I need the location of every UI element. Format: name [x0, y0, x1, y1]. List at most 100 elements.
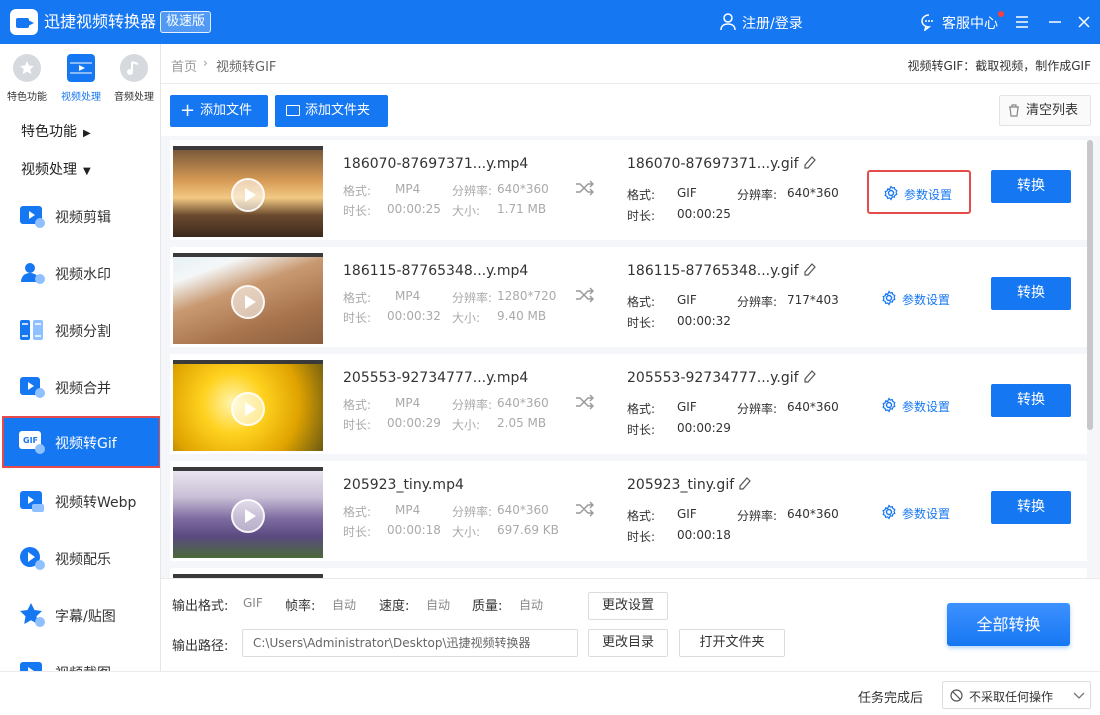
sidebar-item-watermark[interactable]: 视频水印 [3, 248, 160, 298]
section-video[interactable]: 视频处理 ▼ [21, 159, 91, 179]
watermark-icon [21, 263, 45, 284]
sidebar-item-label: 视频剪辑 [55, 210, 111, 226]
output-format: GIF [677, 507, 697, 521]
clear-list-button[interactable]: 清空列表 [999, 95, 1091, 126]
page-description: 视频转GIF：截取视频，制作成GIF [907, 59, 1091, 73]
pencil-icon[interactable] [803, 156, 816, 170]
output-path-field[interactable]: C:\Users\Administrator\Desktop\迅捷视频转换器 [242, 629, 578, 657]
topcat-audio[interactable]: 音频处理 [108, 54, 160, 103]
sidebar-item-label: 视频转Gif [55, 436, 117, 452]
minimize-icon[interactable] [1045, 12, 1065, 32]
status-bar: 任务完成后 不采取任何操作 [0, 671, 1100, 715]
breadcrumb-home[interactable]: 首页 [171, 56, 197, 75]
params-settings-button[interactable]: 参数设置 [867, 384, 971, 428]
sidebar-item-screenshot[interactable]: 视频截图 [3, 647, 160, 671]
output-file-name-text: 186115-87765348...y.gif [627, 263, 799, 279]
sidebar: 特色功能 视频处理 音频处理 特色功能 ▶ 视频处理 ▼ 视频剪辑 视频水印 视频分… [0, 44, 161, 671]
convert-all-button[interactable]: 全部转换 [947, 603, 1070, 646]
pencil-icon[interactable] [739, 477, 751, 491]
user-icon[interactable] [720, 13, 736, 31]
params-settings-label: 参数设置 [902, 507, 951, 521]
after-task-value: 不采取任何操作 [969, 690, 1054, 704]
output-file-name-text: 205553-92734777...y.gif [627, 370, 799, 386]
change-settings-button[interactable]: 更改设置 [588, 592, 668, 620]
app-title: 迅捷视频转换器 [44, 12, 157, 31]
resolution-label: 分辨率: [452, 291, 493, 305]
play-icon[interactable] [231, 178, 265, 212]
edition-badge: 极速版 [160, 11, 212, 33]
chat-icon[interactable] [920, 13, 938, 31]
after-task-select[interactable]: 不采取任何操作 [942, 681, 1091, 709]
sidebar-item-video-cut[interactable]: 视频剪辑 [3, 191, 160, 241]
app-logo-icon [10, 9, 38, 35]
source-file-name: 186070-87697371...y.mp4 [343, 156, 529, 172]
close-icon[interactable] [1074, 12, 1094, 32]
star-icon [13, 54, 41, 82]
duration-label: 时长: [343, 204, 372, 218]
menu-icon[interactable] [1012, 12, 1032, 32]
sidebar-item-label: 视频截图 [55, 663, 111, 671]
params-settings-button[interactable]: 参数设置 [867, 277, 971, 321]
output-format: GIF [677, 293, 697, 307]
output-format-label: 格式: [627, 509, 656, 523]
change-directory-button[interactable]: 更改目录 [588, 629, 668, 657]
section-label: 特色功能 [21, 124, 77, 140]
topcat-label: 视频处理 [61, 92, 101, 103]
sidebar-item-merge[interactable]: 视频合并 [3, 362, 160, 412]
sidebar-item-label: 视频水印 [55, 267, 111, 283]
notification-dot [998, 11, 1004, 17]
convert-button[interactable]: 转换 [991, 277, 1071, 310]
convert-button[interactable]: 转换 [991, 491, 1071, 524]
params-settings-button[interactable]: 参数设置 [867, 170, 971, 214]
video-thumbnail[interactable] [173, 467, 323, 558]
topcat-featured[interactable]: 特色功能 [1, 54, 53, 103]
output-resolution: 640*360 [787, 186, 839, 200]
output-file-name: 205923_tiny.gif [627, 477, 751, 493]
sidebar-item-label: 视频合并 [55, 381, 111, 397]
size-label: 大小: [452, 311, 481, 325]
sidebar-item-music[interactable]: 视频配乐 [3, 533, 160, 583]
play-icon[interactable] [231, 285, 265, 319]
login-link[interactable]: 注册/登录 [742, 13, 803, 33]
shuffle-icon [576, 501, 594, 517]
convert-button[interactable]: 转换 [991, 384, 1071, 417]
source-duration: 00:00:18 [387, 523, 441, 537]
sidebar-item-video-to-webp[interactable]: 视频转Webp [3, 476, 160, 526]
resolution-label: 分辨率: [452, 398, 493, 412]
svg-text:GIF: GIF [23, 436, 38, 445]
play-icon[interactable] [231, 392, 265, 426]
sidebar-item-label: 视频转Webp [55, 495, 137, 511]
add-file-button[interactable]: + 添加文件 [170, 95, 268, 127]
plus-icon: + [180, 100, 196, 121]
support-link[interactable]: 客服中心 [942, 13, 998, 33]
add-folder-button[interactable]: 添加文件夹 [275, 95, 388, 127]
convert-button[interactable]: 转换 [991, 170, 1071, 203]
output-duration-label: 时长: [627, 209, 656, 223]
output-format: GIF [677, 186, 697, 200]
gear-icon [884, 185, 898, 201]
params-settings-button[interactable]: 参数设置 [867, 491, 971, 535]
gear-icon [882, 504, 896, 520]
video-thumbnail[interactable] [173, 253, 323, 344]
section-featured[interactable]: 特色功能 ▶ [21, 121, 91, 141]
sidebar-item-subtitle[interactable]: 字幕/贴图 [3, 590, 160, 640]
list-scrollbar[interactable] [1087, 140, 1093, 430]
webp-icon [20, 491, 44, 512]
video-thumbnail[interactable] [173, 146, 323, 237]
size-label: 大小: [452, 204, 481, 218]
topcat-label: 音频处理 [114, 92, 154, 103]
topcat-video[interactable]: 视频处理 [55, 54, 107, 103]
gear-icon [882, 290, 896, 306]
source-resolution: 640*360 [497, 503, 549, 517]
output-duration: 00:00:29 [677, 421, 731, 435]
file-row: 186070-87697371...y.mp4 格式: MP4 分辨率: 640*360… [170, 140, 1087, 240]
pencil-icon[interactable] [803, 370, 816, 384]
source-duration: 00:00:32 [387, 309, 441, 323]
play-icon[interactable] [231, 499, 265, 533]
video-thumbnail[interactable] [173, 360, 323, 451]
sidebar-item-split[interactable]: 视频分割 [3, 305, 160, 355]
open-folder-button[interactable]: 打开文件夹 [679, 629, 785, 657]
pencil-icon[interactable] [803, 263, 816, 277]
sidebar-item-video-to-gif[interactable]: GIF 视频转Gif [2, 416, 160, 468]
caret-down-icon: ▼ [83, 166, 91, 177]
